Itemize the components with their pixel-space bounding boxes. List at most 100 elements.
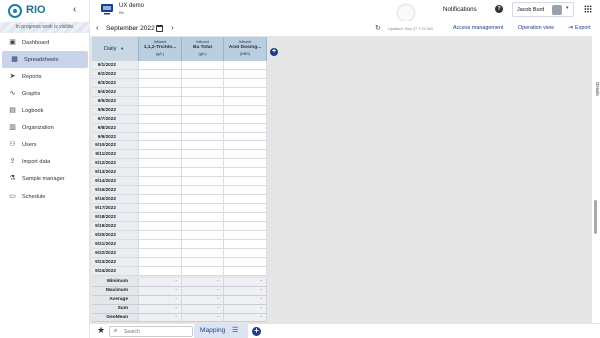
column-header[interactable]: Influent 1,1,2-Trichlo... (g/L): [139, 37, 182, 61]
add-tab-button[interactable]: +: [252, 327, 261, 336]
date-cell[interactable]: 9/15/2022: [92, 186, 139, 196]
tab-mapping[interactable]: Mapping ☰: [194, 324, 248, 338]
details-panel-toggle[interactable]: Details: [591, 36, 600, 323]
data-cell[interactable]: [224, 105, 267, 115]
data-cell[interactable]: [224, 96, 267, 106]
column-header[interactable]: Influent Acid Dosing... (BBS): [224, 37, 267, 61]
data-cell[interactable]: [224, 123, 267, 133]
data-cell[interactable]: [139, 141, 182, 151]
frequency-selector[interactable]: Daily ▾: [92, 37, 139, 61]
data-cell[interactable]: [182, 159, 224, 169]
date-cell[interactable]: 9/11/2022: [92, 150, 139, 160]
data-cell[interactable]: [182, 239, 224, 249]
sidebar-item-dashboard[interactable]: ▣ Dashboard: [0, 34, 90, 51]
data-cell[interactable]: [224, 212, 267, 222]
data-cell[interactable]: [224, 230, 267, 240]
data-cell[interactable]: [224, 266, 267, 276]
sidebar-item-spreadsheets[interactable]: ▦ Spreadsheets: [2, 51, 88, 68]
data-cell[interactable]: [139, 168, 182, 178]
date-cell[interactable]: 9/14/2022: [92, 177, 139, 187]
data-cell[interactable]: [139, 87, 182, 97]
data-cell[interactable]: [139, 69, 182, 79]
sidebar-item-sample-manager[interactable]: ⚗ Sample manager: [0, 170, 90, 187]
vertical-scrollbar[interactable]: [594, 200, 597, 234]
date-cell[interactable]: 9/9/2022: [92, 132, 139, 142]
search-input[interactable]: [124, 328, 184, 336]
date-cell[interactable]: 9/21/2022: [92, 239, 139, 249]
data-cell[interactable]: [139, 212, 182, 222]
data-cell[interactable]: [182, 257, 224, 267]
add-column-button[interactable]: +: [270, 48, 278, 56]
data-cell[interactable]: [182, 132, 224, 142]
data-cell[interactable]: [182, 221, 224, 231]
data-cell[interactable]: [182, 114, 224, 124]
data-cell[interactable]: [182, 168, 224, 178]
data-cell[interactable]: [139, 78, 182, 88]
date-cell[interactable]: 9/24/2022: [92, 266, 139, 276]
data-cell[interactable]: [224, 159, 267, 169]
data-cell[interactable]: [139, 114, 182, 124]
data-cell[interactable]: [182, 141, 224, 151]
data-cell[interactable]: [182, 105, 224, 115]
calendar-icon[interactable]: [156, 25, 163, 32]
date-cell[interactable]: 9/6/2022: [92, 105, 139, 115]
data-cell[interactable]: [224, 87, 267, 97]
data-cell[interactable]: [224, 239, 267, 249]
sidebar-item-schedule[interactable]: ▭ Schedule: [0, 188, 90, 205]
date-cell[interactable]: 9/22/2022: [92, 248, 139, 258]
data-cell[interactable]: [224, 168, 267, 178]
data-cell[interactable]: [224, 150, 267, 160]
sheet-search[interactable]: ⌕: [109, 326, 193, 337]
date-cell[interactable]: 9/8/2022: [92, 123, 139, 133]
star-icon[interactable]: ★: [97, 325, 105, 336]
data-cell[interactable]: [139, 195, 182, 204]
refresh-icon[interactable]: ↻: [375, 24, 381, 32]
data-cell[interactable]: [139, 248, 182, 258]
date-cell[interactable]: 9/5/2022: [92, 96, 139, 106]
user-menu[interactable]: Jacob Burd ▾: [512, 2, 574, 17]
data-cell[interactable]: [224, 257, 267, 267]
data-cell[interactable]: [139, 159, 182, 169]
data-cell[interactable]: [224, 78, 267, 88]
date-cell[interactable]: 9/2/2022: [92, 69, 139, 79]
data-cell[interactable]: [139, 61, 182, 70]
data-cell[interactable]: [139, 239, 182, 249]
column-header[interactable]: Influent Ba Total (g/L): [182, 37, 224, 61]
date-cell[interactable]: 9/23/2022: [92, 257, 139, 267]
menu-icon[interactable]: ☰: [232, 326, 238, 334]
data-cell[interactable]: [182, 87, 224, 97]
date-cell[interactable]: 9/13/2022: [92, 168, 139, 178]
data-cell[interactable]: [224, 61, 267, 70]
date-cell[interactable]: 9/3/2022: [92, 78, 139, 88]
data-cell[interactable]: [139, 230, 182, 240]
data-cell[interactable]: [224, 114, 267, 124]
sidebar-item-logbook[interactable]: ▤ Logbook: [0, 102, 90, 119]
date-cell[interactable]: 9/20/2022: [92, 230, 139, 240]
data-cell[interactable]: [182, 69, 224, 79]
sidebar-item-import-data[interactable]: ⇪ Import data: [0, 153, 90, 170]
date-cell[interactable]: 9/19/2022: [92, 221, 139, 231]
data-cell[interactable]: [224, 204, 267, 213]
project-name[interactable]: UX demo: [119, 3, 144, 9]
data-cell[interactable]: [182, 177, 224, 187]
data-cell[interactable]: [224, 195, 267, 204]
data-cell[interactable]: [182, 212, 224, 222]
data-cell[interactable]: [139, 105, 182, 115]
data-cell[interactable]: [139, 132, 182, 142]
data-cell[interactable]: [182, 204, 224, 213]
data-cell[interactable]: [182, 150, 224, 160]
data-cell[interactable]: [182, 186, 224, 196]
data-cell[interactable]: [182, 96, 224, 106]
data-cell[interactable]: [139, 96, 182, 106]
data-cell[interactable]: [182, 195, 224, 204]
date-cell[interactable]: 9/17/2022: [92, 204, 139, 213]
data-cell[interactable]: [182, 123, 224, 133]
month-label[interactable]: September 2022: [106, 25, 155, 32]
next-month-icon[interactable]: ›: [171, 23, 174, 32]
date-cell[interactable]: 9/7/2022: [92, 114, 139, 124]
toggle-knob[interactable]: [398, 5, 414, 21]
prev-month-icon[interactable]: ‹: [96, 23, 99, 32]
data-cell[interactable]: [182, 78, 224, 88]
data-cell[interactable]: [182, 266, 224, 276]
data-cell[interactable]: [139, 186, 182, 196]
